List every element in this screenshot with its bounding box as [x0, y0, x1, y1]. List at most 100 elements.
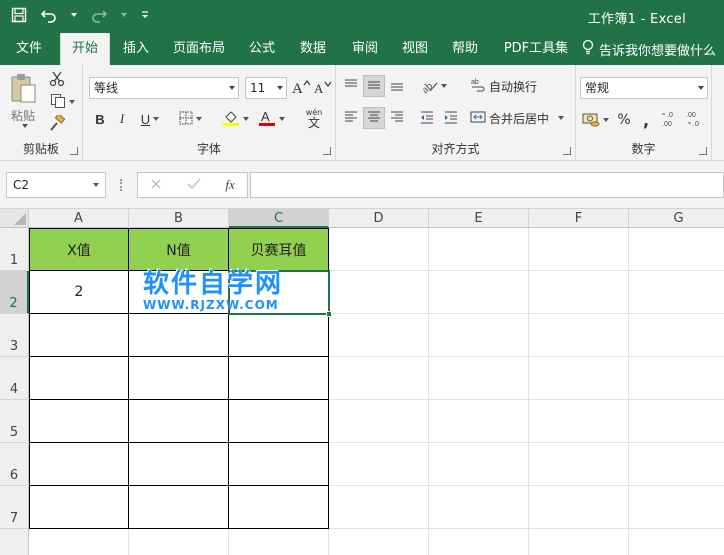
cell-b3[interactable] — [129, 314, 229, 357]
cell-d2[interactable] — [329, 271, 429, 314]
customize-qat-icon[interactable] — [140, 6, 150, 24]
cell-d7[interactable] — [329, 486, 429, 529]
cell-e2[interactable] — [429, 271, 529, 314]
cell-a4[interactable] — [29, 357, 129, 400]
cell-c4[interactable] — [229, 357, 329, 400]
tell-me-box[interactable]: 告诉我你想要做什么 — [581, 33, 716, 65]
column-header-a[interactable]: A — [29, 209, 129, 228]
tab-insert[interactable]: 插入 — [112, 33, 160, 65]
row-header-2[interactable]: 2 — [0, 271, 29, 314]
paste-button[interactable]: 粘贴 — [6, 71, 40, 129]
phonetic-button[interactable]: wén 文 — [297, 107, 331, 131]
cell-e8[interactable] — [429, 529, 529, 555]
font-launcher-icon[interactable] — [323, 147, 331, 155]
number-launcher-icon[interactable] — [699, 147, 707, 155]
cell-a7[interactable] — [29, 486, 129, 529]
cell-g2[interactable] — [629, 271, 724, 314]
clipboard-launcher-icon[interactable] — [70, 147, 78, 155]
cell-g8[interactable] — [629, 529, 724, 555]
cell-e6[interactable] — [429, 443, 529, 486]
cell-a2[interactable]: 2 — [29, 271, 129, 314]
font-color-button[interactable]: A — [255, 109, 287, 129]
cell-b1[interactable]: N值 — [129, 228, 229, 271]
format-painter-button[interactable] — [48, 112, 66, 133]
underline-button[interactable]: U — [135, 109, 165, 129]
left-align-button[interactable] — [340, 107, 362, 129]
percent-style-button[interactable]: % — [614, 109, 634, 131]
cell-d8[interactable] — [329, 529, 429, 555]
cell-e3[interactable] — [429, 314, 529, 357]
cell-b7[interactable] — [129, 486, 229, 529]
cell-g6[interactable] — [629, 443, 724, 486]
cell-f5[interactable] — [529, 400, 629, 443]
cell-a8[interactable] — [29, 529, 129, 555]
column-header-g[interactable]: G — [629, 209, 724, 228]
fill-handle[interactable] — [326, 311, 332, 317]
cell-a1[interactable]: X值 — [29, 228, 129, 271]
cell-e7[interactable] — [429, 486, 529, 529]
tab-help[interactable]: 帮助 — [442, 33, 488, 65]
row-header-4[interactable]: 4 — [0, 357, 29, 400]
cell-e5[interactable] — [429, 400, 529, 443]
copy-dropdown-icon[interactable] — [68, 100, 75, 104]
cell-c7[interactable] — [229, 486, 329, 529]
row-header-7[interactable]: 7 — [0, 486, 29, 529]
row-header-5[interactable]: 5 — [0, 400, 29, 443]
cell-g1[interactable] — [629, 228, 724, 271]
cell-c2[interactable] — [229, 271, 329, 314]
cell-b2[interactable] — [129, 271, 229, 314]
select-all-corner[interactable] — [0, 209, 29, 228]
row-header-1[interactable]: 1 — [0, 228, 29, 271]
cell-f2[interactable] — [529, 271, 629, 314]
cell-g4[interactable] — [629, 357, 724, 400]
center-align-button[interactable] — [363, 107, 385, 129]
insert-function-icon[interactable]: fx — [225, 177, 234, 193]
tab-review[interactable]: 审阅 — [342, 33, 388, 65]
column-header-e[interactable]: E — [429, 209, 529, 228]
tab-page-layout[interactable]: 页面布局 — [164, 33, 234, 65]
redo-icon[interactable] — [90, 6, 108, 24]
tab-home[interactable]: 开始 — [60, 33, 110, 65]
merge-center-button[interactable]: 合并后居中 — [470, 107, 566, 129]
cell-c1[interactable]: 贝赛耳值 — [229, 228, 329, 271]
decrease-indent-button[interactable] — [416, 107, 438, 129]
cell-f7[interactable] — [529, 486, 629, 529]
cut-button[interactable] — [48, 71, 66, 89]
font-size-select[interactable]: 11 — [245, 77, 287, 99]
comma-style-button[interactable]: , — [636, 109, 656, 131]
middle-align-button[interactable] — [363, 75, 385, 97]
cell-c5[interactable] — [229, 400, 329, 443]
column-header-c[interactable]: C — [229, 209, 329, 228]
redo-dropdown-icon[interactable] — [120, 6, 128, 24]
increase-decimal-button[interactable]: .0.00 — [660, 109, 682, 131]
column-header-f[interactable]: F — [529, 209, 629, 228]
cell-a3[interactable] — [29, 314, 129, 357]
tab-file[interactable]: 文件 — [4, 33, 54, 65]
cell-f4[interactable] — [529, 357, 629, 400]
worksheet-grid[interactable]: A B C D E F G 1 2 3 4 5 6 7 X值 N值 贝赛耳值 2 — [0, 209, 724, 555]
cell-f8[interactable] — [529, 529, 629, 555]
increase-font-size-button[interactable]: A — [291, 77, 311, 99]
fill-color-button[interactable] — [219, 109, 251, 129]
alignment-launcher-icon[interactable] — [563, 147, 571, 155]
column-header-b[interactable]: B — [129, 209, 229, 228]
cell-d5[interactable] — [329, 400, 429, 443]
row-header-3[interactable]: 3 — [0, 314, 29, 357]
decrease-font-size-button[interactable]: A — [313, 77, 333, 99]
cell-b8[interactable] — [129, 529, 229, 555]
right-align-button[interactable] — [386, 107, 408, 129]
cell-a6[interactable] — [29, 443, 129, 486]
font-name-select[interactable]: 等线 — [89, 77, 239, 99]
cell-d6[interactable] — [329, 443, 429, 486]
number-format-select[interactable]: 常规 — [580, 77, 708, 99]
cell-d1[interactable] — [329, 228, 429, 271]
cell-c6[interactable] — [229, 443, 329, 486]
undo-icon[interactable] — [40, 6, 58, 24]
tab-pdf-tools[interactable]: PDF工具集 — [496, 33, 576, 65]
italic-button[interactable]: I — [113, 109, 131, 129]
cell-f6[interactable] — [529, 443, 629, 486]
bold-button[interactable]: B — [91, 109, 109, 129]
column-header-d[interactable]: D — [329, 209, 429, 228]
decrease-decimal-icon-button[interactable]: .00.0 — [684, 109, 706, 131]
cell-g3[interactable] — [629, 314, 724, 357]
